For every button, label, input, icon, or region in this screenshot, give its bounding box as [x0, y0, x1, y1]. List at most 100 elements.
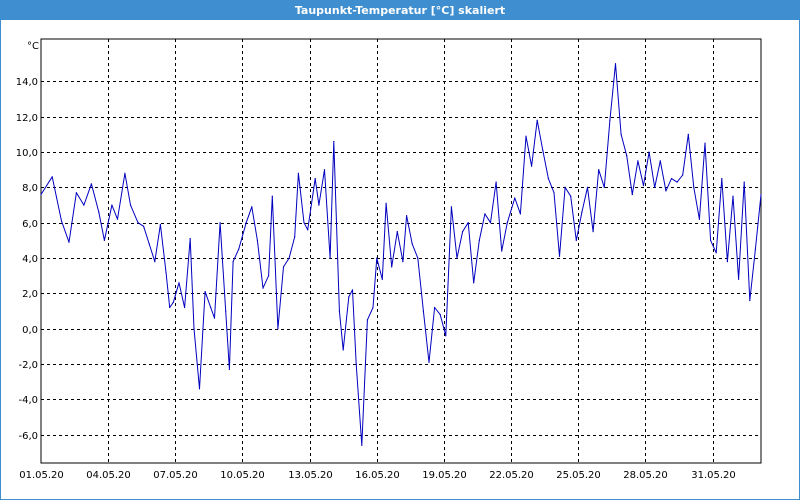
data-point [732, 195, 734, 197]
data-point [329, 257, 331, 259]
data-point [189, 238, 191, 240]
data-point [351, 289, 354, 291]
data-point [501, 250, 503, 252]
x-tick-label: 01.05.20 [19, 470, 64, 481]
data-point [323, 169, 326, 171]
data-point [417, 257, 419, 259]
data-point [385, 202, 387, 204]
data-point [376, 257, 378, 259]
dewpoint-series-line [40, 63, 762, 446]
data-point [760, 193, 762, 196]
data-point [159, 223, 161, 226]
data-point [693, 186, 695, 188]
data-point [355, 363, 357, 365]
data-point [637, 160, 639, 162]
data-point [738, 278, 740, 280]
data-point [489, 222, 492, 224]
data-point [406, 215, 408, 217]
x-axis-ticks: 01.05.20 04.05.20 07.05.20 10.05.20 13.05.20… [19, 470, 736, 481]
data-point [396, 231, 398, 233]
y-tick-label: 14,0 [16, 77, 38, 88]
data-point [462, 231, 464, 233]
data-point [210, 306, 212, 309]
data-point [642, 185, 645, 187]
data-point [381, 278, 383, 280]
data-point [137, 222, 139, 224]
data-point [687, 133, 689, 135]
data-point [564, 186, 566, 188]
data-point [60, 220, 63, 222]
data-point [124, 172, 126, 174]
data-point [297, 172, 299, 174]
data-point [542, 149, 544, 151]
data-point [570, 195, 572, 197]
data-point [204, 291, 206, 293]
x-tick-label: 04.05.20 [86, 470, 131, 481]
data-point [614, 63, 617, 65]
x-tick-label: 22.05.20 [489, 470, 534, 481]
y-tick-label: -4,0 [18, 395, 38, 406]
data-point [75, 192, 77, 194]
data-point [288, 257, 290, 259]
data-point [238, 248, 240, 250]
data-point [467, 222, 469, 224]
x-tick-label: 16.05.20 [355, 470, 400, 481]
y-tick-label: 2,0 [22, 289, 38, 300]
data-point [143, 225, 145, 227]
data-point [558, 255, 561, 257]
x-tick-label: 25.05.20 [556, 470, 601, 481]
data-point [495, 181, 497, 183]
data-point [366, 319, 368, 321]
y-tick-label: 6,0 [22, 219, 38, 230]
data-point [648, 151, 650, 153]
data-point [184, 306, 186, 309]
data-point [318, 204, 320, 206]
data-point [154, 261, 156, 263]
data-point [670, 178, 673, 180]
data-point [525, 135, 527, 137]
data-point [228, 368, 230, 370]
data-point [98, 211, 100, 213]
y-tick-label: -2,0 [18, 360, 38, 371]
data-point [40, 193, 42, 196]
data-point [547, 178, 550, 180]
data-point [620, 133, 622, 135]
data-point [603, 186, 605, 188]
data-point [219, 222, 221, 224]
data-point [277, 328, 279, 330]
data-point [422, 310, 424, 312]
data-point [749, 299, 751, 302]
data-point [172, 301, 174, 303]
data-point [348, 296, 350, 298]
data-point [282, 266, 285, 268]
data-point [592, 231, 594, 233]
data-point [743, 181, 745, 183]
data-point [726, 261, 729, 263]
data-point [456, 257, 458, 259]
data-point [682, 174, 684, 176]
data-point [225, 310, 227, 312]
data-point [148, 243, 150, 245]
data-point [754, 248, 757, 250]
chart-window: Taupunkt-Temperatur [°C] skaliert 14,0 12… [0, 0, 800, 500]
data-point [262, 287, 264, 289]
y-axis-label: °C [27, 41, 39, 52]
data-point [715, 252, 717, 254]
data-point [372, 306, 374, 309]
data-point [665, 190, 667, 192]
data-point [586, 186, 589, 188]
data-point [704, 142, 706, 144]
data-point [531, 165, 533, 167]
data-point [271, 195, 273, 197]
data-point [439, 314, 441, 316]
x-tick-label: 10.05.20 [220, 470, 265, 481]
data-point [428, 361, 430, 363]
data-point [303, 222, 305, 224]
data-point [411, 243, 413, 245]
y-axis-ticks: 14,0 12,0 10,0 8,0 6,0 4,0 2,0 0,0 -2,0 -4,0 -6,0 [16, 77, 38, 442]
data-point [268, 275, 270, 277]
data-point [478, 239, 480, 241]
data-point [519, 213, 522, 215]
data-point [338, 310, 340, 312]
x-tick-label: 19.05.20 [422, 470, 467, 481]
